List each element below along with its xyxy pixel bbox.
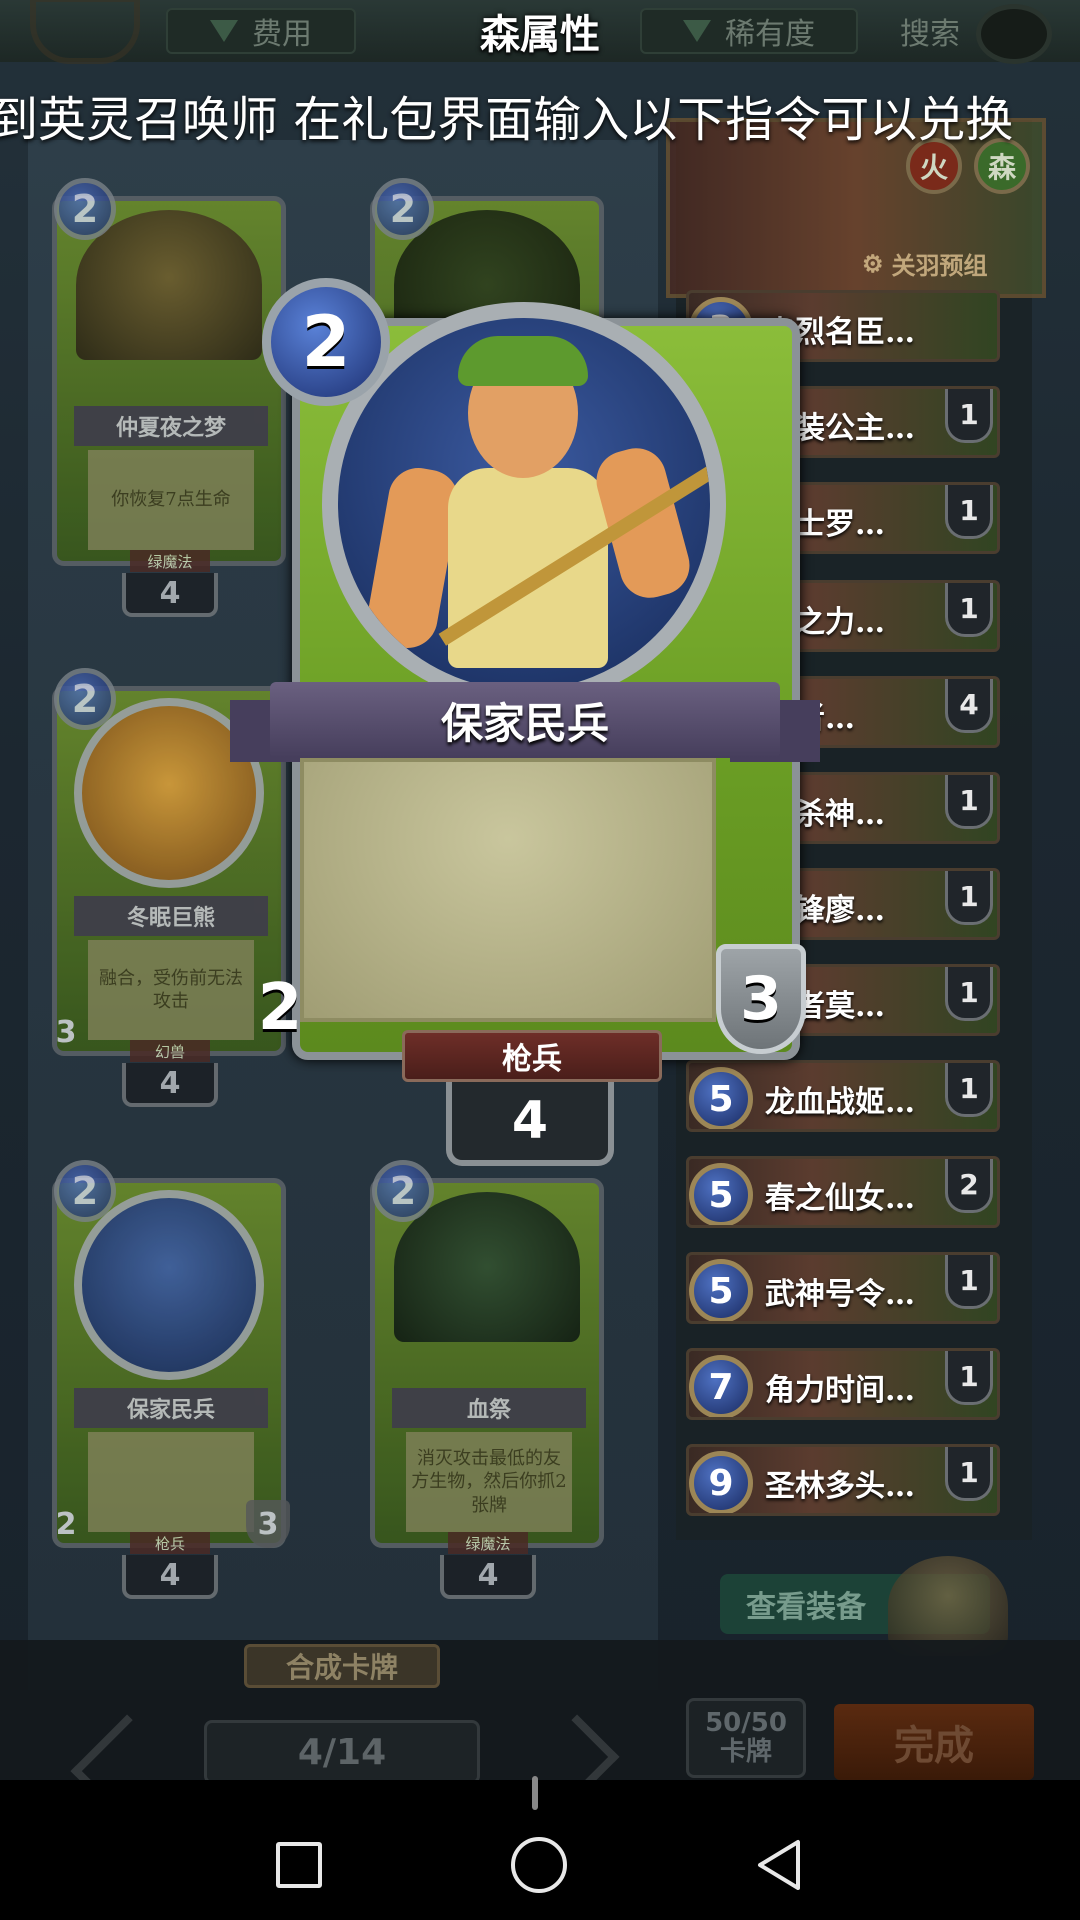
card-count: 4 bbox=[122, 573, 218, 617]
card-count: 4 bbox=[122, 1063, 218, 1107]
collection-card[interactable]: 2 保家民兵 2 3 枪兵 4 bbox=[38, 1160, 300, 1599]
deck-card-cost: 7 bbox=[689, 1355, 753, 1417]
deck-size: 50/50 卡牌 bbox=[686, 1698, 806, 1778]
gear-icon: ⚙ bbox=[862, 248, 884, 278]
deck-card-count: 4 bbox=[945, 679, 993, 733]
card-cost-gem: 2 bbox=[372, 1160, 434, 1222]
card-text-box bbox=[300, 758, 716, 1022]
card-race: 枪兵 bbox=[402, 1030, 662, 1082]
deck-card-count: 1 bbox=[945, 1063, 993, 1117]
card-name: 保家民兵 bbox=[74, 1388, 268, 1428]
game-screen: 费用 稀有度 搜索 森属性 2 仲夏夜之梦 你恢复7点生命 绿魔法 4 2 2 … bbox=[0, 0, 1080, 1920]
done-label: 完成 bbox=[894, 1723, 974, 1769]
card-art bbox=[74, 1190, 264, 1380]
deck-card-name: 角力时间… bbox=[765, 1373, 915, 1408]
deck-card-count: 1 bbox=[945, 1255, 993, 1309]
card-name: 仲夏夜之梦 bbox=[74, 406, 268, 446]
card-attack: 2 bbox=[230, 958, 330, 1058]
card-cost-gem: 2 bbox=[262, 278, 390, 406]
card-count: 4 bbox=[440, 1555, 536, 1599]
deck-card-count: 1 bbox=[945, 967, 993, 1021]
card-race: 幻兽 bbox=[130, 1040, 210, 1062]
deck-card-name: 圣林多头… bbox=[765, 1469, 915, 1504]
card-health: 3 bbox=[716, 944, 806, 1054]
deck-card-count: 1 bbox=[945, 583, 993, 637]
deck-card-cost: 5 bbox=[689, 1163, 753, 1225]
recents-icon[interactable] bbox=[276, 1842, 322, 1888]
deck-card-count: 1 bbox=[945, 775, 993, 829]
card-cost-gem: 2 bbox=[54, 178, 116, 240]
view-equipment-label: 查看装备 bbox=[746, 1590, 866, 1625]
back-icon[interactable] bbox=[754, 1838, 804, 1892]
craft-card-label: 合成卡牌 bbox=[285, 1651, 398, 1684]
card-name-banner: 保家民兵 bbox=[230, 682, 820, 766]
craft-card-button[interactable]: 合成卡牌 bbox=[244, 1644, 440, 1688]
deck-card-row[interactable]: 5 春之仙女… 2 bbox=[686, 1156, 1000, 1228]
page-indicator: 4/14 bbox=[204, 1720, 480, 1784]
done-button[interactable]: 完成 bbox=[834, 1704, 1034, 1780]
marquee-announcement: 到英灵召唤师 在礼包界面输入以下指令可以兑换 bbox=[0, 92, 1014, 148]
deck-size-value: 50/50 bbox=[705, 1708, 787, 1739]
card-cost-gem: 2 bbox=[54, 1160, 116, 1222]
deck-card-count: 1 bbox=[945, 485, 993, 539]
deck-card-row[interactable]: 5 武神号令… 1 bbox=[686, 1252, 1000, 1324]
card-count: 4 bbox=[122, 1555, 218, 1599]
deck-card-row[interactable]: 7 角力时间… 1 bbox=[686, 1348, 1000, 1420]
page-title: 森属性 bbox=[480, 11, 600, 58]
collection-card[interactable]: 2 仲夏夜之梦 你恢复7点生命 绿魔法 4 bbox=[38, 178, 300, 617]
card-detail[interactable]: 2 保家民兵 2 3 枪兵 bbox=[230, 278, 820, 1082]
deck-card-name: 春之仙女… bbox=[765, 1181, 915, 1216]
card-text: 消灭攻击最低的友方生物，然后你抓2张牌 bbox=[406, 1432, 572, 1532]
deck-preset-label: 关羽预组 bbox=[891, 250, 988, 280]
deck-card-name: 龙血战姬… bbox=[765, 1085, 915, 1120]
card-cost-gem: 2 bbox=[372, 178, 434, 240]
card-race: 绿魔法 bbox=[130, 550, 210, 572]
deck-card-cost: 9 bbox=[689, 1451, 753, 1513]
card-race: 绿魔法 bbox=[448, 1532, 528, 1554]
card-health: 3 bbox=[246, 1500, 290, 1548]
deck-card-count: 1 bbox=[945, 1351, 993, 1405]
deck-card-count: 2 bbox=[945, 1159, 993, 1213]
card-cost-gem: 2 bbox=[54, 668, 116, 730]
deck-card-cost: 5 bbox=[689, 1259, 753, 1321]
drag-handle[interactable] bbox=[532, 1776, 538, 1810]
card-name: 保家民兵 bbox=[270, 682, 780, 758]
deck-preset[interactable]: ⚙ 关羽预组 bbox=[862, 246, 988, 280]
card-text: 你恢复7点生命 bbox=[88, 450, 254, 550]
card-text bbox=[88, 1432, 254, 1532]
card-name: 血祭 bbox=[392, 1388, 586, 1428]
deck-card-count: 1 bbox=[945, 871, 993, 925]
deck-card-count: 1 bbox=[945, 1447, 993, 1501]
home-icon[interactable] bbox=[511, 1837, 567, 1893]
deck-card-row[interactable]: 9 圣林多头… 1 bbox=[686, 1444, 1000, 1516]
collection-card[interactable]: 2 血祭 消灭攻击最低的友方生物，然后你抓2张牌 绿魔法 4 bbox=[356, 1160, 618, 1599]
card-race: 枪兵 bbox=[130, 1532, 210, 1554]
deck-size-unit: 卡牌 bbox=[719, 1737, 772, 1767]
deck-card-name: 武神号令… bbox=[765, 1277, 915, 1312]
card-count: 4 bbox=[446, 1082, 614, 1166]
deck-card-count: 1 bbox=[945, 389, 993, 443]
card-attack: 2 bbox=[55, 1506, 77, 1542]
card-attack: 3 bbox=[55, 1014, 77, 1050]
card-name: 冬眠巨熊 bbox=[74, 896, 268, 936]
